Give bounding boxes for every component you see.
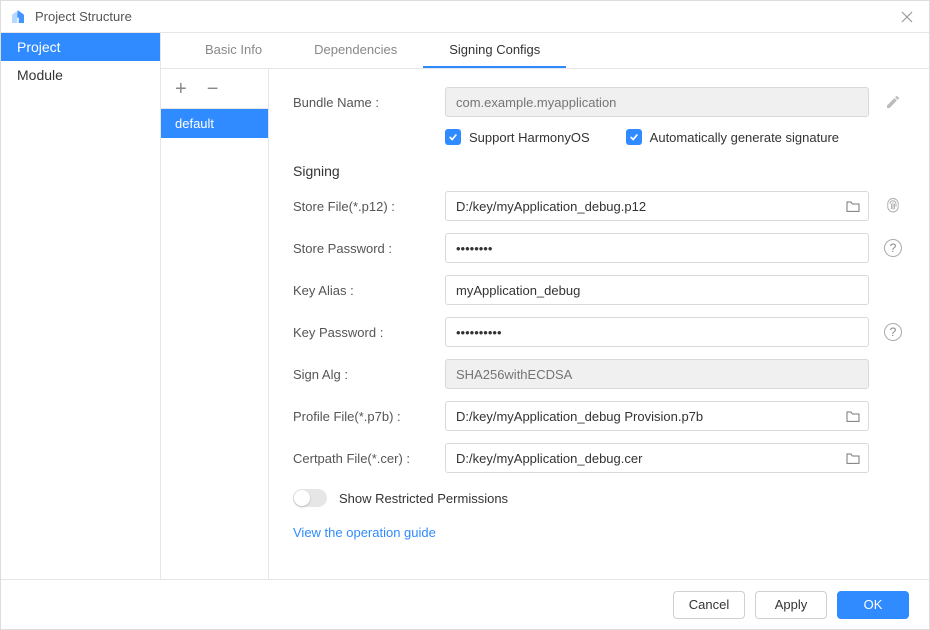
sign-alg-input [445, 359, 869, 389]
tab-dependencies[interactable]: Dependencies [288, 33, 423, 68]
checkbox-row: Support HarmonyOS Automatically generate… [445, 129, 905, 145]
app-logo-icon [9, 8, 27, 26]
cancel-button[interactable]: Cancel [673, 591, 745, 619]
tab-signing-configs[interactable]: Signing Configs [423, 33, 566, 68]
key-alias-input[interactable] [445, 275, 869, 305]
footer: Cancel Apply OK [1, 579, 929, 629]
row-store-password: Store Password : ? [293, 233, 905, 263]
config-item-default[interactable]: default [161, 109, 268, 138]
row-bundle-name: Bundle Name : [293, 87, 905, 117]
checkbox-label-harmonyos: Support HarmonyOS [469, 130, 590, 145]
row-key-alias: Key Alias : [293, 275, 905, 305]
store-file-input[interactable] [445, 191, 869, 221]
store-password-input[interactable] [445, 233, 869, 263]
content-area: + − default Bundle Name : [161, 69, 929, 579]
fingerprint-icon[interactable] [884, 197, 902, 215]
apply-button[interactable]: Apply [755, 591, 827, 619]
restricted-toggle-label: Show Restricted Permissions [339, 491, 508, 506]
form-column: Bundle Name : Support HarmonyOS [269, 69, 929, 579]
configs-toolbar: + − [161, 69, 268, 109]
add-config-button[interactable]: + [175, 79, 187, 99]
checkbox-support-harmonyos[interactable]: Support HarmonyOS [445, 129, 590, 145]
checkmark-icon [626, 129, 642, 145]
label-bundle-name: Bundle Name : [293, 95, 433, 110]
restricted-permissions-toggle[interactable] [293, 489, 327, 507]
certpath-file-input[interactable] [445, 443, 869, 473]
label-key-alias: Key Alias : [293, 283, 433, 298]
checkmark-icon [445, 129, 461, 145]
row-restricted-toggle: Show Restricted Permissions [293, 489, 905, 507]
checkbox-label-autogen: Automatically generate signature [650, 130, 839, 145]
key-password-input[interactable] [445, 317, 869, 347]
configs-column: + − default [161, 69, 269, 579]
row-profile-file: Profile File(*.p7b) : [293, 401, 905, 431]
row-certpath-file: Certpath File(*.cer) : [293, 443, 905, 473]
section-signing-title: Signing [293, 163, 905, 179]
tabs-bar: Basic Info Dependencies Signing Configs [161, 33, 929, 69]
browse-certpath-file-icon[interactable] [845, 451, 861, 465]
main-area: Project Module Basic Info Dependencies S… [1, 33, 929, 579]
help-key-password-icon[interactable]: ? [884, 323, 902, 341]
label-key-password: Key Password : [293, 325, 433, 340]
row-sign-alg: Sign Alg : [293, 359, 905, 389]
browse-store-file-icon[interactable] [845, 199, 861, 213]
edit-bundle-name-icon[interactable] [885, 94, 901, 110]
tab-basic-info[interactable]: Basic Info [179, 33, 288, 68]
nav-item-module[interactable]: Module [1, 61, 160, 89]
row-store-file: Store File(*.p12) : [293, 191, 905, 221]
close-button[interactable] [893, 3, 921, 31]
remove-config-button[interactable]: − [207, 79, 219, 99]
nav-item-project[interactable]: Project [1, 33, 160, 61]
label-certpath-file: Certpath File(*.cer) : [293, 451, 433, 466]
label-profile-file: Profile File(*.p7b) : [293, 409, 433, 424]
checkbox-auto-generate[interactable]: Automatically generate signature [626, 129, 839, 145]
ok-button[interactable]: OK [837, 591, 909, 619]
left-nav: Project Module [1, 33, 161, 579]
label-sign-alg: Sign Alg : [293, 367, 433, 382]
label-store-password: Store Password : [293, 241, 433, 256]
right-panel: Basic Info Dependencies Signing Configs … [161, 33, 929, 579]
label-store-file: Store File(*.p12) : [293, 199, 433, 214]
browse-profile-file-icon[interactable] [845, 409, 861, 423]
operation-guide-link[interactable]: View the operation guide [293, 525, 905, 540]
help-store-password-icon[interactable]: ? [884, 239, 902, 257]
bundle-name-input [445, 87, 869, 117]
window-titlebar: Project Structure [1, 1, 929, 33]
window-title: Project Structure [35, 9, 132, 24]
row-key-password: Key Password : ? [293, 317, 905, 347]
profile-file-input[interactable] [445, 401, 869, 431]
